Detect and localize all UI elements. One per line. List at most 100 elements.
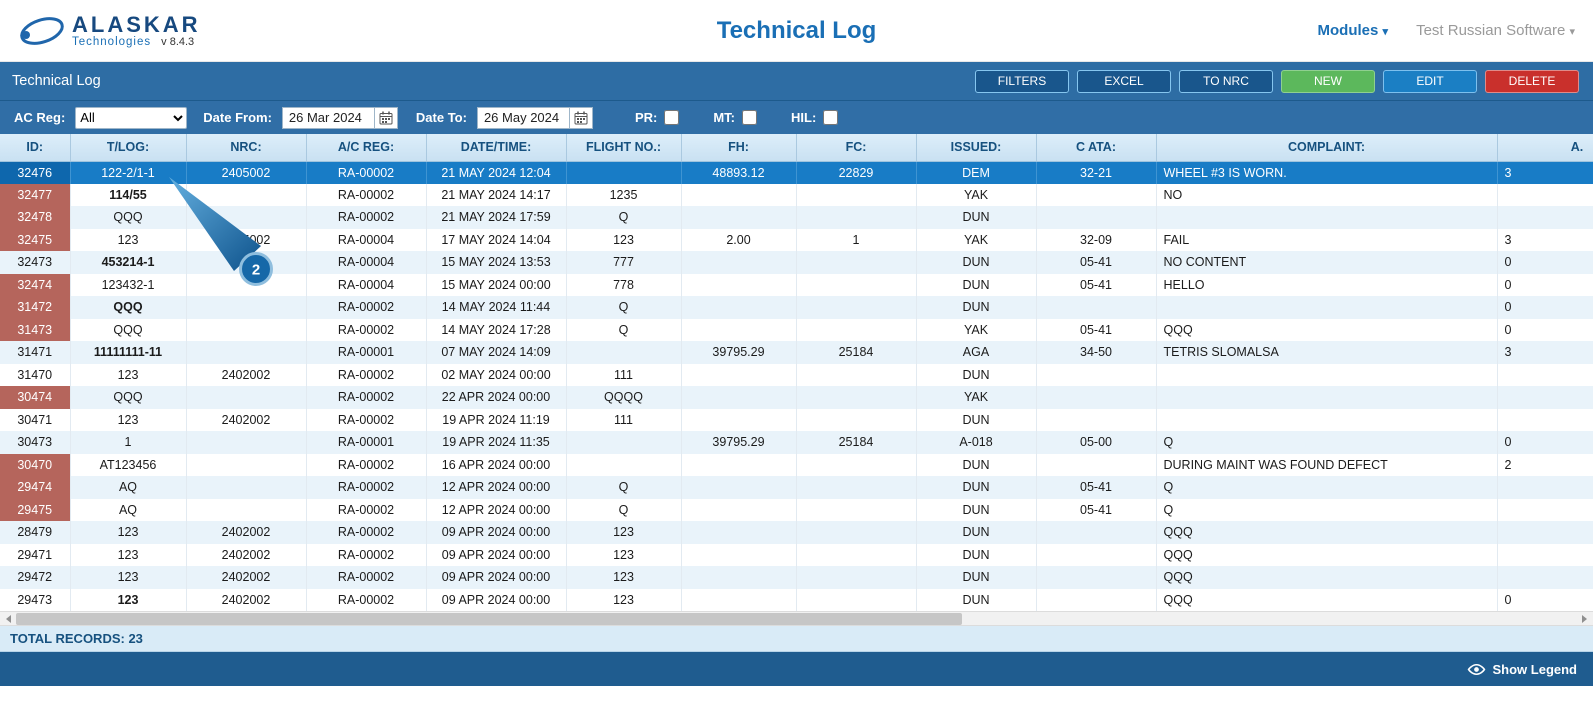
cell-flight: Q <box>566 498 682 521</box>
cell-complaint <box>1156 408 1498 431</box>
table-row[interactable]: 29473 123 2402002 RA-00002 09 APR 2024 0… <box>0 588 1593 611</box>
column-header-cata[interactable]: C ATA: <box>1036 134 1157 162</box>
table-row[interactable]: 30474 QQQ RA-00002 22 APR 2024 00:00 QQQ… <box>0 386 1593 409</box>
new-button[interactable]: NEW <box>1281 69 1375 93</box>
cell-flight: 123 <box>566 521 682 544</box>
scroll-left-arrow[interactable] <box>0 612 16 626</box>
cell-tlog: 1 <box>70 431 187 454</box>
table-row[interactable]: 28479 123 2402002 RA-00002 09 APR 2024 0… <box>0 521 1593 544</box>
date-to-calendar-button[interactable] <box>568 106 593 129</box>
table-row[interactable]: 30473 1 RA-00001 19 APR 2024 11:35 39795… <box>0 431 1593 454</box>
cell-flight: 123 <box>566 543 682 566</box>
cell-flight: 777 <box>566 251 682 274</box>
column-header-a[interactable]: A. <box>1497 134 1593 162</box>
column-header-acreg[interactable]: A/C REG: <box>306 134 427 162</box>
cell-acreg: RA-00002 <box>306 318 427 341</box>
cell-id: 29473 <box>0 588 71 611</box>
hil-checkbox[interactable] <box>823 110 839 125</box>
cell-issued: YAK <box>916 386 1037 409</box>
cell-cata: 05-41 <box>1036 273 1157 296</box>
table-row[interactable]: 29472 123 2402002 RA-00002 09 APR 2024 0… <box>0 566 1593 589</box>
cell-acreg: RA-00004 <box>306 228 427 251</box>
date-from-calendar-button[interactable] <box>373 106 398 129</box>
brand-subtitle: Technologies <box>72 35 152 48</box>
cell-a <box>1497 521 1593 544</box>
table-row[interactable]: 32478 QQQ RA-00002 21 MAY 2024 17:59 Q D… <box>0 206 1593 229</box>
delete-button[interactable]: DELETE <box>1485 69 1579 93</box>
table-header-row: ID: T/LOG: NRC: A/C REG: DATE/TIME: FLIG… <box>0 134 1593 162</box>
cell-tlog: 114/55 <box>70 183 187 206</box>
column-header-id[interactable]: ID: <box>0 134 71 162</box>
table-row[interactable]: 32476 122-2/1-1 2405002 RA-00002 21 MAY … <box>0 161 1593 184</box>
table-row[interactable]: 32477 114/55 RA-00002 21 MAY 2024 14:17 … <box>0 183 1593 206</box>
edit-button[interactable]: EDIT <box>1383 69 1477 93</box>
cell-id: 29474 <box>0 476 71 499</box>
cell-nrc <box>186 341 307 364</box>
pr-checkbox[interactable] <box>664 110 680 125</box>
modules-menu[interactable]: Modules ▾ <box>1318 22 1389 39</box>
table-row[interactable]: 32474 123432-1 RA-00004 15 MAY 2024 00:0… <box>0 273 1593 296</box>
table-row[interactable]: 31472 QQQ RA-00002 14 MAY 2024 11:44 Q D… <box>0 296 1593 319</box>
cell-complaint <box>1156 296 1498 319</box>
table-row[interactable]: 31471 11111111-11 RA-00001 07 MAY 2024 1… <box>0 341 1593 364</box>
cell-datetime: 09 APR 2024 00:00 <box>426 521 567 544</box>
table-row[interactable]: 32473 453214-1 RA-00004 15 MAY 2024 13:5… <box>0 251 1593 274</box>
cell-complaint: NO CONTENT <box>1156 251 1498 274</box>
bottom-bar: Show Legend <box>0 652 1593 686</box>
excel-button[interactable]: EXCEL <box>1077 69 1171 93</box>
mt-checkbox[interactable] <box>742 110 758 125</box>
column-header-fh[interactable]: FH: <box>681 134 797 162</box>
column-header-tlog[interactable]: T/LOG: <box>70 134 187 162</box>
cell-nrc <box>186 296 307 319</box>
table-row[interactable]: 32475 123 2405002 RA-00004 17 MAY 2024 1… <box>0 228 1593 251</box>
cell-fc <box>796 273 917 296</box>
cell-issued: DUN <box>916 273 1037 296</box>
column-header-complaint[interactable]: COMPLAINT: <box>1156 134 1498 162</box>
table-row[interactable]: 29474 AQ RA-00002 12 APR 2024 00:00 Q DU… <box>0 476 1593 499</box>
cell-nrc <box>186 453 307 476</box>
show-legend-button[interactable]: Show Legend <box>1467 662 1577 677</box>
cell-fh <box>681 521 797 544</box>
cell-issued: YAK <box>916 318 1037 341</box>
user-menu[interactable]: Test Russian Software ▾ <box>1416 22 1575 39</box>
ac-reg-select[interactable]: All <box>75 106 188 129</box>
cell-complaint <box>1156 206 1498 229</box>
arrow-right-icon <box>1582 615 1591 623</box>
cell-datetime: 21 MAY 2024 17:59 <box>426 206 567 229</box>
cell-fh: 39795.29 <box>681 341 797 364</box>
total-records: TOTAL RECORDS: 23 <box>0 626 1593 652</box>
cell-datetime: 22 APR 2024 00:00 <box>426 386 567 409</box>
column-header-fc[interactable]: FC: <box>796 134 917 162</box>
column-header-datetime[interactable]: DATE/TIME: <box>426 134 567 162</box>
cell-a <box>1497 183 1593 206</box>
cell-fc <box>796 588 917 611</box>
cell-cata <box>1036 206 1157 229</box>
column-header-flightno[interactable]: FLIGHT NO.: <box>566 134 682 162</box>
column-header-issued[interactable]: ISSUED: <box>916 134 1037 162</box>
cell-acreg: RA-00004 <box>306 273 427 296</box>
cell-acreg: RA-00002 <box>306 183 427 206</box>
cell-a: 0 <box>1497 273 1593 296</box>
table-row[interactable]: 29475 AQ RA-00002 12 APR 2024 00:00 Q DU… <box>0 498 1593 521</box>
column-header-nrc[interactable]: NRC: <box>186 134 307 162</box>
date-from-input[interactable] <box>281 106 374 129</box>
filters-button[interactable]: FILTERS <box>975 69 1069 93</box>
scrollbar-thumb[interactable] <box>16 613 962 625</box>
table-row[interactable]: 30471 123 2402002 RA-00002 19 APR 2024 1… <box>0 408 1593 431</box>
cell-tlog: 123 <box>70 228 187 251</box>
cell-issued: DEM <box>916 161 1037 184</box>
cell-flight <box>566 453 682 476</box>
cell-fh <box>681 476 797 499</box>
table-row[interactable]: 31473 QQQ RA-00002 14 MAY 2024 17:28 Q Y… <box>0 318 1593 341</box>
scroll-right-arrow[interactable] <box>1577 612 1593 626</box>
cell-issued: DUN <box>916 476 1037 499</box>
alaskar-logo-icon <box>20 16 64 45</box>
table-row[interactable]: 30470 AT123456 RA-00002 16 APR 2024 00:0… <box>0 453 1593 476</box>
to-nrc-button[interactable]: TO NRC <box>1179 69 1273 93</box>
table-row[interactable]: 31470 123 2402002 RA-00002 02 MAY 2024 0… <box>0 363 1593 386</box>
date-to-input[interactable] <box>476 106 569 129</box>
filter-bar: AC Reg: All Date From: Date To: <box>0 100 1593 134</box>
cell-nrc: 2402002 <box>186 363 307 386</box>
table-row[interactable]: 29471 123 2402002 RA-00002 09 APR 2024 0… <box>0 543 1593 566</box>
cell-nrc: 2402002 <box>186 588 307 611</box>
